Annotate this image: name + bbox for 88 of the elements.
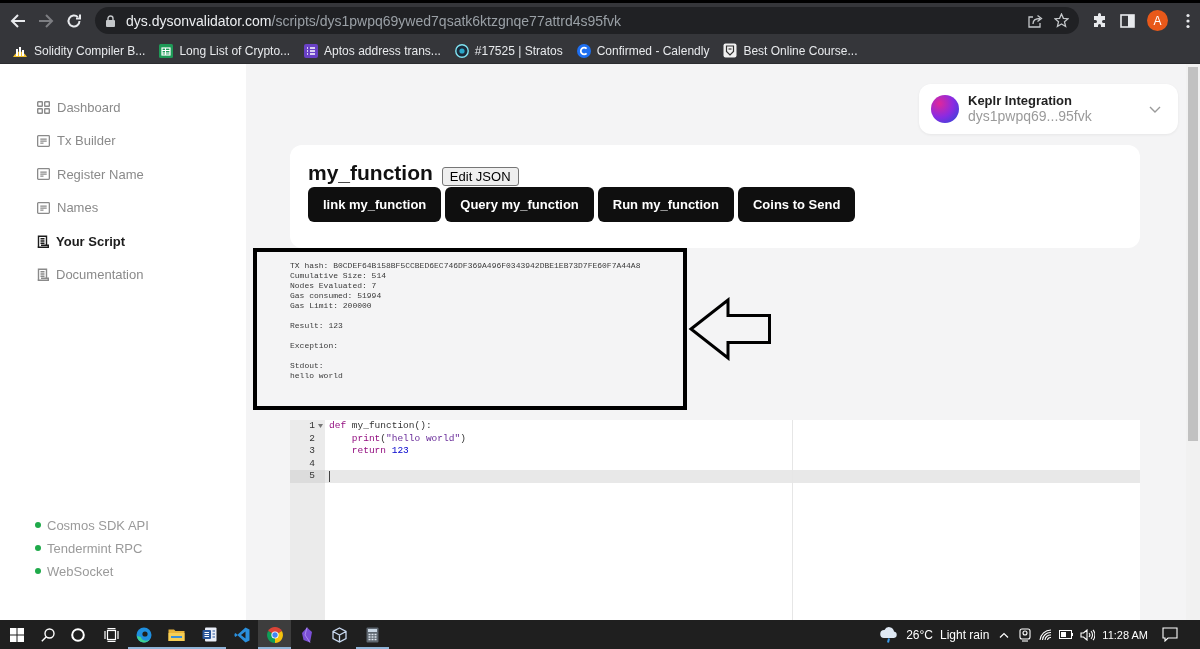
clock-text: 11:28 AM xyxy=(1102,628,1148,641)
line-number: 4 xyxy=(308,457,316,471)
sidebar-item[interactable]: Register Name xyxy=(37,164,144,185)
document-icon xyxy=(37,134,50,147)
output-line: Gas Limit: 200000 xyxy=(290,301,372,311)
url-text: dys.dysonvalidator.com/scripts/dys1pwpq69ywed7qsatk6ktzgnqe77attrd4s95fvk xyxy=(126,12,622,29)
bookmark-link[interactable]: Best Online Course... xyxy=(723,43,858,58)
round-logo-icon xyxy=(136,626,153,643)
code-editor[interactable]: 1 def my_function(): 2 print("hello world") 3 return 123 4 5 xyxy=(290,420,1140,620)
reload-icon[interactable] xyxy=(66,12,82,29)
document-icon xyxy=(202,627,217,642)
bookmark-link[interactable]: #17525 | Stratos xyxy=(454,43,563,58)
output-line: Result: 123 xyxy=(290,321,343,331)
wallet-title: Keplr Integration xyxy=(968,93,1072,108)
star-icon[interactable] xyxy=(1054,13,1069,28)
line-number: 5 xyxy=(308,470,316,483)
sidebar-item[interactable]: Names xyxy=(37,197,99,218)
folder-icon xyxy=(168,627,186,642)
bookmark-link[interactable]: Aptos address trans... xyxy=(304,43,441,58)
side-panel-icon[interactable] xyxy=(1120,13,1135,28)
spreadsheet-icon xyxy=(159,43,174,58)
code-line: return 123 xyxy=(350,445,409,458)
wallet-selector[interactable]: Keplr Integration dys1pwpq69...95fvk xyxy=(919,84,1178,134)
fold-caret-icon[interactable] xyxy=(318,424,323,429)
receipt-icon xyxy=(37,234,49,248)
code-logo-icon xyxy=(234,626,251,643)
edit-json-button[interactable]: Edit JSON xyxy=(441,167,519,186)
caret-up-icon[interactable] xyxy=(998,631,1009,638)
bookmark-link[interactable]: Long List of Crypto... xyxy=(159,43,291,58)
line-number: 2 xyxy=(308,432,316,446)
sidebar-item[interactable]: Tx Builder xyxy=(37,130,116,151)
action-button[interactable]: Query my_function xyxy=(445,187,594,222)
ring-icon xyxy=(454,43,469,58)
volume-icon[interactable] xyxy=(1080,628,1096,641)
windows-logo-icon[interactable] xyxy=(10,627,24,642)
document-icon xyxy=(37,201,50,214)
rain-cloud-icon xyxy=(879,626,900,643)
gem-icon xyxy=(301,626,314,643)
output-line: Nodes Evaluated: 7 xyxy=(290,281,377,291)
puzzle-icon[interactable] xyxy=(1093,13,1108,28)
action-button[interactable]: Coins to Send xyxy=(737,187,856,222)
output-line: Stdout: xyxy=(290,361,324,371)
lock-icon xyxy=(106,14,115,27)
output-line: hello world xyxy=(290,371,343,381)
segmented-circle-icon xyxy=(266,626,283,643)
line-number: 1 xyxy=(308,420,316,433)
action-button[interactable]: link my_function xyxy=(308,187,442,222)
scrollbar-thumb[interactable] xyxy=(1188,67,1198,441)
gradient-orb-icon xyxy=(931,95,959,123)
action-button[interactable]: Run my_function xyxy=(597,187,734,222)
document-icon xyxy=(37,168,50,181)
code-line: def my_function(): xyxy=(329,420,432,433)
back-arrow-icon[interactable] xyxy=(10,12,26,29)
line-number: 3 xyxy=(308,445,316,458)
search-icon[interactable] xyxy=(41,627,55,642)
sidebar-item[interactable]: Documentation xyxy=(37,264,144,285)
output-line: Gas consumed: 51994 xyxy=(290,291,382,301)
taskbar-button[interactable] xyxy=(258,620,291,649)
temperature-text: 26°C xyxy=(906,627,933,642)
sidebar-item[interactable]: Dashboard xyxy=(37,97,121,117)
cube-icon xyxy=(332,626,348,643)
circle-icon[interactable] xyxy=(71,627,85,642)
calculator-icon xyxy=(365,626,379,643)
share-icon[interactable] xyxy=(1028,13,1043,28)
script-title: my_function xyxy=(308,160,433,186)
bookmark-link[interactable]: Solidity Compiler B... xyxy=(12,43,146,58)
output-line: Cumulative Size: 514 xyxy=(290,271,386,281)
address-bar[interactable]: dys.dysonvalidator.com/scripts/dys1pwpq69ywed7qsatk6ktzgnqe77attrd4s95fvk xyxy=(95,7,1079,34)
shield-icon xyxy=(723,43,738,58)
webcam-icon[interactable] xyxy=(1018,627,1031,642)
more-menu-icon[interactable] xyxy=(1186,12,1190,29)
bookmark-link[interactable]: Confirmed - Calendly xyxy=(576,43,710,58)
notification-icon[interactable] xyxy=(1162,627,1178,642)
output-line: TX hash: B0CDEF64B158BF5CCBED6EC746DF369A496F0343942DBE1EB73D7FE60F7A44A8 xyxy=(290,261,641,271)
grid-icon xyxy=(37,100,50,114)
list-icon xyxy=(304,43,319,58)
battery-icon[interactable] xyxy=(1059,630,1075,639)
chevron-down-icon xyxy=(1149,105,1161,113)
output-line: Exception: xyxy=(290,341,338,351)
sidebar-item[interactable]: Your Script xyxy=(37,231,126,252)
wallet-address: dys1pwpq69...95fvk xyxy=(968,108,1092,125)
weather-text: Light rain xyxy=(939,627,990,642)
profile-avatar[interactable]: A xyxy=(1147,10,1168,31)
code-line: print("hello world") xyxy=(350,432,466,446)
receipt-icon xyxy=(37,268,49,282)
circle-logo-icon xyxy=(576,43,591,58)
wifi-icon[interactable] xyxy=(1038,628,1053,641)
task-view-icon[interactable] xyxy=(103,627,119,642)
